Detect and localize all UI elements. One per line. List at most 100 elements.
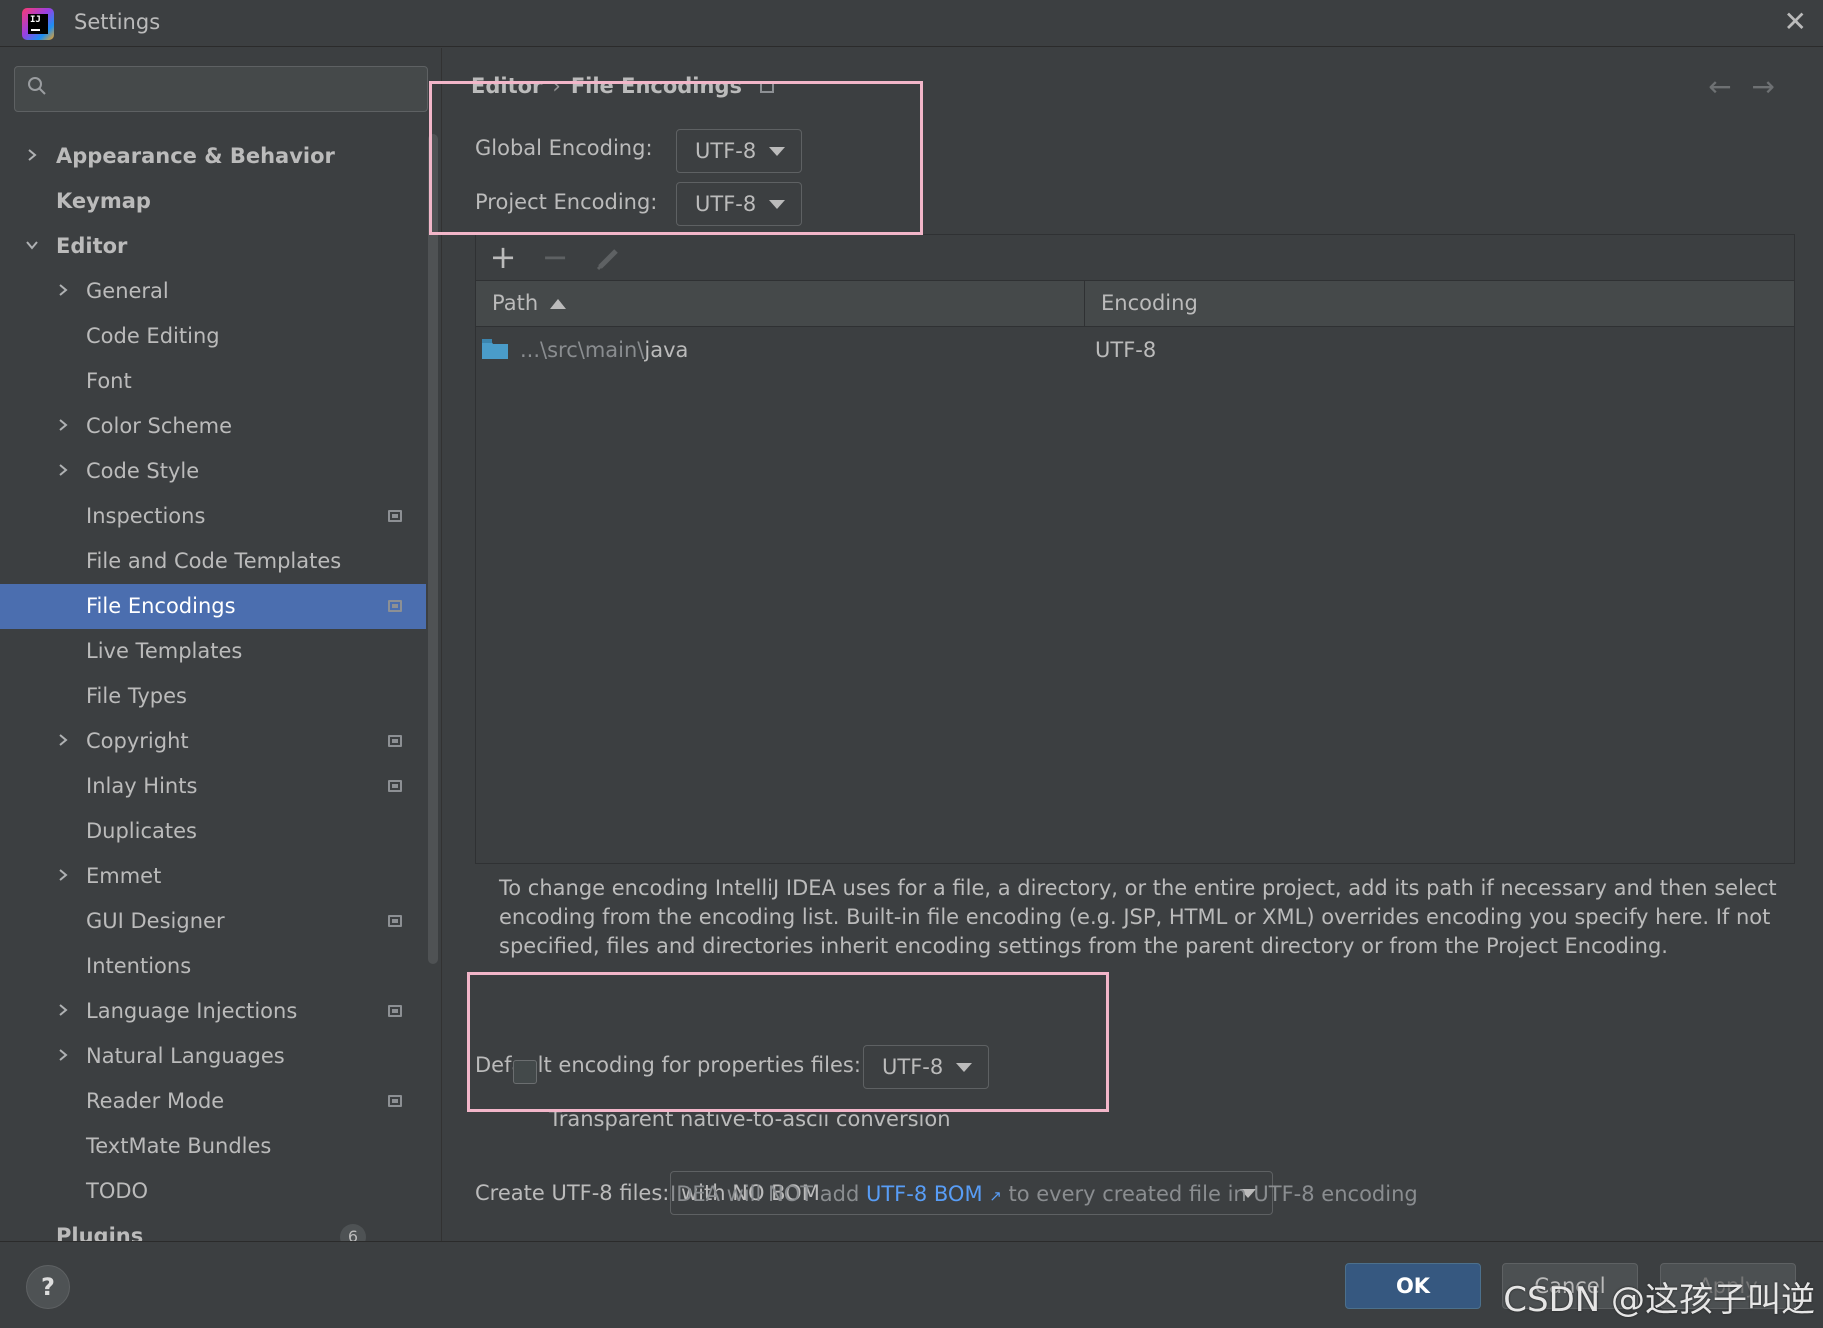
sidebar-item-file-types[interactable]: File Types [0, 674, 426, 719]
chevron-right-icon[interactable] [57, 464, 69, 476]
native-to-ascii-checkbox[interactable] [513, 1060, 537, 1084]
project-scope-icon [388, 510, 402, 522]
breadcrumb-parent[interactable]: Editor [471, 74, 542, 98]
intellij-logo-icon: IJ [22, 8, 54, 40]
sidebar-item-label: Live Templates [86, 639, 243, 663]
bom-hint-before: IDEA will NOT add [670, 1182, 866, 1206]
table-toolbar: + − [476, 235, 1794, 281]
sidebar-item-language-injections[interactable]: Language Injections [0, 989, 426, 1034]
cancel-button[interactable]: Cancel [1502, 1263, 1638, 1309]
sidebar-item-label: Emmet [86, 864, 162, 888]
sidebar-item-label: Inspections [86, 504, 206, 528]
sidebar-item-emmet[interactable]: Emmet [0, 854, 426, 899]
sidebar-item-label: Keymap [56, 189, 151, 213]
folder-icon [482, 339, 508, 359]
global-encoding-dropdown[interactable]: UTF-8 [676, 129, 802, 173]
sidebar-item-natural-languages[interactable]: Natural Languages [0, 1034, 426, 1079]
chevron-right-icon[interactable] [57, 1004, 69, 1016]
encoding-column-header[interactable]: Encoding [1084, 281, 1796, 327]
row-path-prefix: ...\src\main\ [520, 338, 645, 362]
add-icon[interactable]: + [486, 241, 520, 275]
global-encoding-value: UTF-8 [695, 139, 757, 163]
utf8-bom-link[interactable]: UTF-8 BOM [866, 1182, 983, 1206]
chevron-down-icon [956, 1063, 972, 1072]
sidebar-item-todo[interactable]: TODO [0, 1169, 426, 1214]
ok-button[interactable]: OK [1345, 1263, 1481, 1309]
native-to-ascii-label: Transparent native-to-ascii conversion [549, 1107, 951, 1131]
chevron-right-icon[interactable] [26, 149, 38, 161]
sidebar-item-label: Font [86, 369, 132, 393]
sidebar-item-inspections[interactable]: Inspections [0, 494, 426, 539]
encoding-description: To change encoding IntelliJ IDEA uses fo… [499, 876, 1777, 958]
sidebar-item-editor[interactable]: Editor [0, 224, 426, 269]
sidebar-item-label: File Types [86, 684, 187, 708]
sidebar-item-code-style[interactable]: Code Style [0, 449, 426, 494]
sidebar-item-textmate-bundles[interactable]: TextMate Bundles [0, 1124, 426, 1169]
table-row[interactable]: ...\src\main\java UTF-8 [476, 327, 1794, 373]
project-scope-icon [760, 81, 774, 93]
chevron-down-icon [769, 200, 785, 209]
forward-arrow-icon[interactable]: → [1752, 70, 1795, 103]
sidebar-item-label: TextMate Bundles [86, 1134, 272, 1158]
sidebar-item-label: File Encodings [86, 594, 236, 618]
project-scope-icon [388, 1005, 402, 1017]
project-encoding-dropdown[interactable]: UTF-8 [676, 182, 802, 226]
sidebar-item-copyright[interactable]: Copyright [0, 719, 426, 764]
window-title: Settings [74, 10, 161, 34]
sidebar-item-label: Color Scheme [86, 414, 232, 438]
back-arrow-icon[interactable]: ← [1708, 70, 1751, 103]
sidebar-item-intentions[interactable]: Intentions [0, 944, 426, 989]
search-input[interactable] [14, 66, 428, 112]
sidebar-item-general[interactable]: General [0, 269, 426, 314]
encoding-column-label: Encoding [1101, 291, 1198, 315]
edit-icon[interactable] [592, 241, 626, 275]
sidebar-item-label: Appearance & Behavior [56, 144, 335, 168]
navigation-arrows: ←→ [1708, 70, 1795, 103]
global-encoding-label: Global Encoding: [475, 136, 653, 160]
remove-icon[interactable]: − [538, 241, 572, 275]
sidebar-item-live-templates[interactable]: Live Templates [0, 629, 426, 674]
sidebar-item-label: Natural Languages [86, 1044, 285, 1068]
sidebar-item-label: General [86, 279, 169, 303]
chevron-right-icon[interactable] [57, 734, 69, 746]
properties-encoding-dropdown[interactable]: UTF-8 [863, 1045, 989, 1089]
sidebar-item-label: GUI Designer [86, 909, 225, 933]
sidebar-item-label: Plugins [56, 1224, 144, 1241]
chevron-right-icon[interactable] [57, 419, 69, 431]
sidebar-item-label: File and Code Templates [86, 549, 342, 573]
sidebar-item-duplicates[interactable]: Duplicates [0, 809, 426, 854]
sidebar-item-file-encodings[interactable]: File Encodings [0, 584, 426, 629]
chevron-right-icon[interactable] [57, 284, 69, 296]
properties-encoding-value: UTF-8 [882, 1055, 944, 1079]
sidebar-item-reader-mode[interactable]: Reader Mode [0, 1079, 426, 1124]
apply-button[interactable]: Apply [1660, 1263, 1796, 1309]
help-button[interactable]: ? [26, 1265, 70, 1309]
chevron-right-icon[interactable] [57, 869, 69, 881]
sidebar-item-color-scheme[interactable]: Color Scheme [0, 404, 426, 449]
breadcrumb-current: File Encodings [570, 74, 742, 98]
sidebar-item-plugins[interactable]: Plugins 6 [0, 1214, 426, 1241]
plugin-count-badge: 6 [340, 1224, 366, 1241]
chevron-down-icon[interactable] [26, 239, 38, 251]
project-scope-icon [388, 1095, 402, 1107]
breadcrumb: Editor › File Encodings [471, 74, 774, 98]
sidebar-item-font[interactable]: Font [0, 359, 426, 404]
sidebar-item-code-editing[interactable]: Code Editing [0, 314, 426, 359]
external-link-icon[interactable]: ↗ [989, 1187, 1002, 1205]
sidebar-scrollbar[interactable] [428, 134, 438, 964]
path-column-label: Path [492, 291, 539, 315]
sidebar-item-label: Language Injections [86, 999, 298, 1023]
path-encoding-table: + − Path Encoding ...\src\main\java UTF-… [475, 234, 1795, 864]
sidebar-item-label: Reader Mode [86, 1089, 225, 1113]
sidebar-item-appearance-behavior[interactable]: Appearance & Behavior [0, 134, 426, 179]
path-column-header[interactable]: Path [476, 281, 1084, 327]
sidebar-item-keymap[interactable]: Keymap [0, 179, 426, 224]
sidebar-item-inlay-hints[interactable]: Inlay Hints [0, 764, 426, 809]
chevron-right-icon[interactable] [57, 1049, 69, 1061]
sidebar-item-label: Inlay Hints [86, 774, 198, 798]
bom-hint-after: to every created file in UTF-8 encoding [1001, 1182, 1418, 1206]
close-icon[interactable]: ✕ [1784, 8, 1807, 36]
sidebar-item-gui-designer[interactable]: GUI Designer [0, 899, 426, 944]
project-scope-icon [388, 735, 402, 747]
sidebar-item-file-and-code-templates[interactable]: File and Code Templates [0, 539, 426, 584]
